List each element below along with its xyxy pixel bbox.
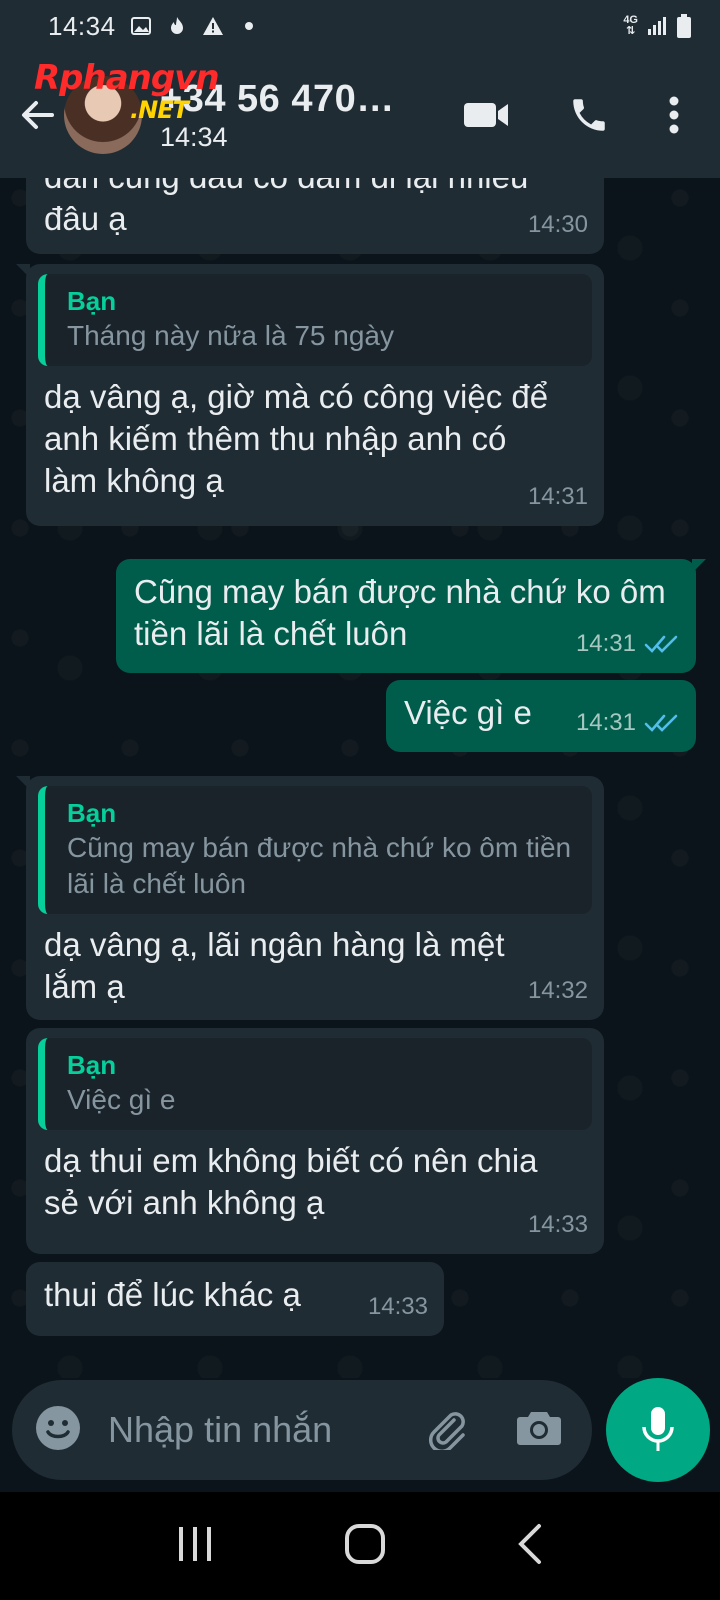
chat-area[interactable]: dan cũng đâu có dám đi lại nhiều đâu ạ 1… (0, 178, 720, 1378)
emoji-button[interactable] (34, 1404, 82, 1457)
arrow-left-icon (22, 101, 54, 129)
signal-icon (648, 17, 666, 35)
video-call-button[interactable] (462, 99, 510, 131)
double-check-icon (644, 714, 678, 732)
message-text: dạ vâng ạ, lãi ngân hàng là mệt lắm ạ (44, 926, 505, 1005)
recents-icon (178, 1526, 211, 1561)
quoted-message[interactable]: Bạn Tháng này nữa là 75 ngày (38, 274, 592, 366)
message-text: dạ thui em không biết có nên chia sẻ với… (44, 1142, 538, 1221)
more-vert-icon (669, 96, 679, 134)
quoted-text: Tháng này nữa là 75 ngày (67, 320, 394, 351)
message-bubble-incoming[interactable]: Bạn Việc gì e dạ thui em không biết có n… (26, 1028, 604, 1254)
message-time: 14:33 (367, 1293, 428, 1320)
paperclip-icon (428, 1411, 465, 1453)
status-bar: 14:34 4G ⇅ (0, 0, 720, 52)
quoted-author: Bạn (67, 1050, 117, 1080)
gallery-icon (130, 17, 151, 35)
phone-icon (573, 99, 605, 131)
video-camera-icon (464, 103, 508, 127)
message-bubble-outgoing[interactable]: Việc gì e 14:31 (386, 680, 696, 752)
voice-record-button[interactable] (606, 1378, 710, 1482)
more-options-button[interactable] (668, 95, 680, 135)
contact-subtitle: 14:34 (160, 122, 228, 152)
message-bubble-incoming[interactable]: thui để lúc khác ạ 14:33 (26, 1262, 444, 1336)
dot-icon (244, 22, 253, 30)
chat-header: +34 56 470… 14:34 Rphangvn .NET (0, 52, 720, 178)
message-text: dạ vâng ạ, giờ mà có công việc để anh ki… (44, 378, 549, 499)
message-time: 14:31 (575, 709, 636, 736)
quoted-author: Bạn (67, 286, 117, 316)
camera-icon (517, 1411, 561, 1445)
back-button[interactable] (16, 93, 60, 137)
status-time: 14:34 (48, 10, 116, 41)
message-time: 14:33 (527, 1211, 588, 1238)
warning-icon (202, 17, 223, 35)
home-button[interactable] (344, 1523, 386, 1570)
message-bubble-incoming[interactable]: Bạn Tháng này nữa là 75 ngày dạ vâng ạ, … (16, 264, 604, 526)
quoted-text: Việc gì e (67, 1084, 176, 1115)
home-icon (344, 1523, 385, 1564)
message-time: 14:31 (575, 630, 636, 657)
quoted-text: Cũng may bán được nhà chứ ko ôm tiền lãi… (67, 832, 572, 899)
flame-icon (170, 17, 183, 34)
message-composer: Nhập tin nhắn (12, 1380, 592, 1480)
message-bubble-incoming[interactable]: dan cũng đâu có dám đi lại nhiều đâu ạ 1… (26, 178, 604, 254)
battery-icon (677, 14, 691, 38)
double-check-icon (644, 635, 678, 653)
quoted-author: Bạn (67, 798, 117, 828)
message-time: 14:30 (527, 211, 588, 238)
network-type: 4G ⇅ (623, 14, 638, 37)
quoted-message[interactable]: Bạn Cũng may bán được nhà chứ ko ôm tiền… (38, 786, 592, 914)
attach-button[interactable] (424, 1406, 468, 1455)
message-bubble-incoming[interactable]: Bạn Cũng may bán được nhà chứ ko ôm tiền… (16, 776, 604, 1020)
camera-button[interactable] (516, 1408, 562, 1453)
chevron-left-icon (518, 1523, 542, 1564)
voice-call-button[interactable] (568, 94, 610, 136)
system-nav-bar (0, 1492, 720, 1600)
message-time: 14:31 (527, 483, 588, 510)
back-nav-button[interactable] (515, 1523, 545, 1570)
recent-apps-button[interactable] (175, 1525, 215, 1568)
quoted-message[interactable]: Bạn Việc gì e (38, 1038, 592, 1130)
message-input[interactable]: Nhập tin nhắn (108, 1409, 332, 1451)
message-text-partial: dan cũng đâu có dám đi lại nhiều (44, 178, 586, 198)
message-bubble-outgoing[interactable]: Cũng may bán được nhà chứ ko ôm tiền lãi… (116, 559, 706, 673)
watermark-logo: Rphangvn .NET (34, 58, 220, 124)
microphone-icon (642, 1407, 674, 1451)
message-text: đâu ạ (44, 200, 127, 237)
message-time: 14:32 (527, 977, 588, 1004)
emoji-icon (36, 1405, 80, 1450)
